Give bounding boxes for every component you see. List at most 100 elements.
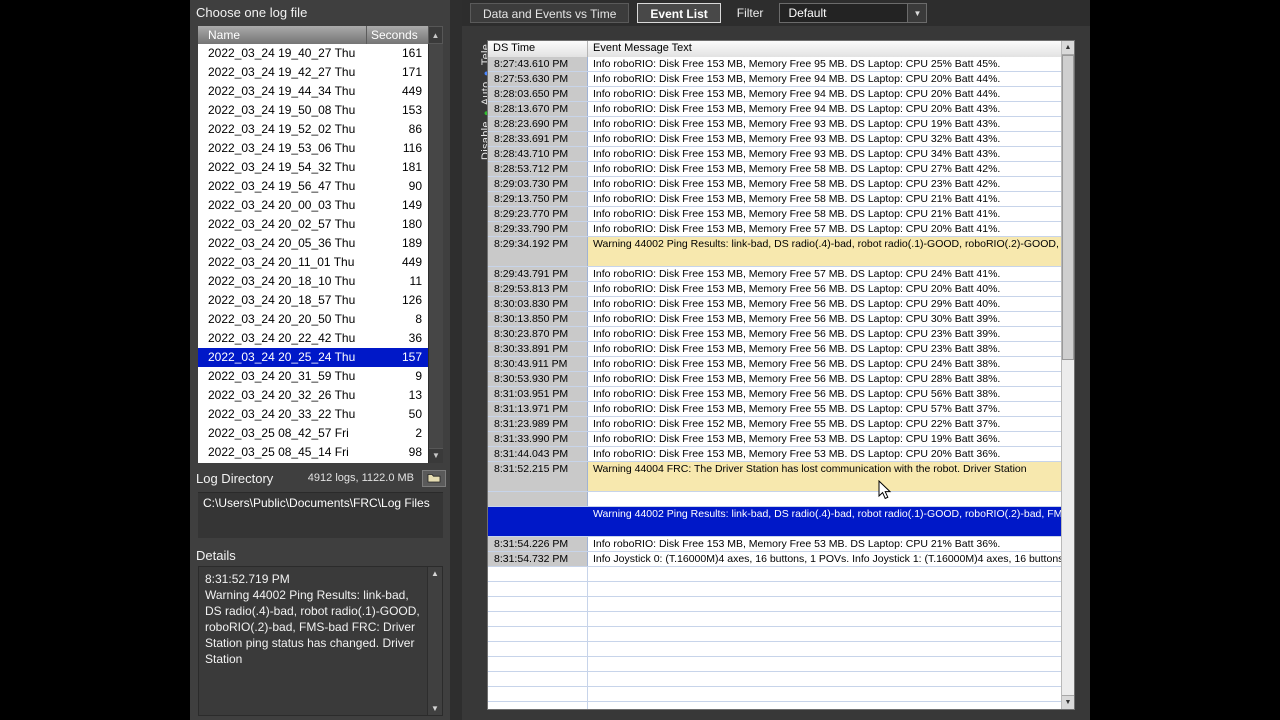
event-row[interactable]: 8:30:03.830 PM Info roboRIO: Disk Free 15… [488, 297, 1061, 312]
log-directory-path[interactable]: C:\Users\Public\Documents\FRC\Log Files [198, 492, 443, 538]
event-time-cell: 8:30:13.850 PM [488, 312, 588, 326]
event-row[interactable]: 8:29:53.813 PM Info roboRIO: Disk Free 15… [488, 282, 1061, 297]
event-message-cell: Info roboRIO: Disk Free 153 MB, Memory F… [588, 192, 1061, 206]
scroll-down-icon[interactable]: ▼ [429, 448, 443, 463]
event-row[interactable]: 8:31:23.989 PM Info roboRIO: Disk Free 15… [488, 417, 1061, 432]
event-row[interactable]: 8:29:03.730 PM Info roboRIO: Disk Free 15… [488, 177, 1061, 192]
event-row[interactable]: 8:30:53.930 PM Info roboRIO: Disk Free 15… [488, 372, 1061, 387]
event-time-cell: 8:31:33.990 PM [488, 432, 588, 446]
log-file-row[interactable]: 2022_03_24 20_05_36 Thu 189 [198, 234, 428, 253]
event-row[interactable]: 8:28:23.690 PM Info roboRIO: Disk Free 15… [488, 117, 1061, 132]
log-file-row[interactable]: 2022_03_24 19_52_02 Thu 86 [198, 120, 428, 139]
event-time-cell: 8:31:54.226 PM [488, 537, 588, 551]
event-row[interactable]: 8:30:23.870 PM Info roboRIO: Disk Free 15… [488, 327, 1061, 342]
event-row[interactable]: 8:27:53.630 PM Info roboRIO: Disk Free 15… [488, 72, 1061, 87]
log-file-seconds: 8 [415, 312, 422, 326]
log-file-row[interactable]: 2022_03_24 19_56_47 Thu 90 [198, 177, 428, 196]
event-table-scrollbar[interactable]: ▲ ▼ [1061, 41, 1074, 709]
scroll-up-icon[interactable]: ▲ [428, 26, 443, 44]
event-row[interactable]: 8:31:52.215 PM Warning 44004 FRC: The Dri… [488, 462, 1061, 492]
seconds-column-header: Seconds [367, 26, 428, 44]
log-file-seconds: 9 [415, 369, 422, 383]
event-message-cell: Info roboRIO: Disk Free 153 MB, Memory F… [588, 177, 1061, 191]
event-row[interactable]: 8:30:13.850 PM Info roboRIO: Disk Free 15… [488, 312, 1061, 327]
log-file-row[interactable]: 2022_03_24 20_02_57 Thu 180 [198, 215, 428, 234]
tab-data-and-events-vs-time[interactable]: Data and Events vs Time [470, 3, 630, 23]
log-file-row[interactable]: 2022_03_24 20_22_42 Thu 36 [198, 329, 428, 348]
log-file-seconds: 449 [401, 84, 422, 98]
log-file-row[interactable]: 2022_03_24 19_42_27 Thu 171 [198, 63, 428, 82]
event-time-cell: 8:29:43.791 PM [488, 267, 588, 281]
log-file-row[interactable]: 2022_03_24 20_33_22 Thu 50 [198, 405, 428, 424]
log-file-row[interactable]: 2022_03_24 19_53_06 Thu 116 [198, 139, 428, 158]
event-row[interactable]: Warning 44002 Ping Results: link-bad, DS… [488, 507, 1061, 537]
scroll-up-icon[interactable]: ▲ [428, 567, 442, 580]
event-message-cell: Info roboRIO: Disk Free 153 MB, Memory F… [588, 312, 1061, 326]
log-file-name: 2022_03_25 08_42_57 Fri [208, 426, 349, 440]
tab-event-list[interactable]: Event List [637, 3, 721, 23]
event-message-cell: Warning 44004 FRC: The Driver Station ha… [588, 462, 1061, 491]
scroll-down-icon[interactable]: ▼ [428, 702, 442, 715]
log-file-row[interactable]: 2022_03_25 08_42_57 Fri 2 [198, 424, 428, 443]
log-file-seconds: 36 [408, 331, 422, 345]
event-row[interactable]: 8:31:54.226 PM Info roboRIO: Disk Free 15… [488, 537, 1061, 552]
event-row[interactable]: 8:31:54.732 PM Info Joystick 0: (T.16000M… [488, 552, 1061, 567]
event-message-cell: Info roboRIO: Disk Free 153 MB, Memory F… [588, 162, 1061, 176]
event-row[interactable]: 8:31:13.971 PM Info roboRIO: Disk Free 15… [488, 402, 1061, 417]
log-file-row[interactable]: 2022_03_24 19_50_08 Thu 153 [198, 101, 428, 120]
log-file-row[interactable]: 2022_03_24 19_40_27 Thu 161 [198, 44, 428, 63]
event-row[interactable]: 8:29:34.192 PM Warning 44002 Ping Results… [488, 237, 1061, 267]
event-time-cell: 8:28:53.712 PM [488, 162, 588, 176]
ds-time-column-header: DS Time [488, 41, 588, 57]
log-file-scrollbar[interactable]: ▼ [428, 44, 443, 463]
event-row[interactable]: 8:28:33.691 PM Info roboRIO: Disk Free 15… [488, 132, 1061, 147]
event-row[interactable]: 8:28:43.710 PM Info roboRIO: Disk Free 15… [488, 147, 1061, 162]
event-row[interactable]: 8:29:33.790 PM Info roboRIO: Disk Free 15… [488, 222, 1061, 237]
event-message-cell: Info Joystick 0: (T.16000M)4 axes, 16 bu… [588, 552, 1061, 566]
event-row[interactable]: 8:28:03.650 PM Info roboRIO: Disk Free 15… [488, 87, 1061, 102]
event-row[interactable]: 8:29:23.770 PM Info roboRIO: Disk Free 15… [488, 207, 1061, 222]
event-message-cell: Info roboRIO: Disk Free 153 MB, Memory F… [588, 282, 1061, 296]
folder-icon [427, 474, 441, 483]
event-row[interactable]: 8:29:13.750 PM Info roboRIO: Disk Free 15… [488, 192, 1061, 207]
event-row[interactable]: 8:29:43.791 PM Info roboRIO: Disk Free 15… [488, 267, 1061, 282]
event-time-cell: 8:29:03.730 PM [488, 177, 588, 191]
event-message-cell: Info roboRIO: Disk Free 153 MB, Memory F… [588, 87, 1061, 101]
log-file-seconds: 13 [408, 388, 422, 402]
log-file-row[interactable]: 2022_03_24 19_54_32 Thu 181 [198, 158, 428, 177]
chevron-down-icon[interactable]: ▼ [907, 4, 927, 22]
scrollbar-thumb[interactable] [1062, 55, 1074, 360]
log-file-row[interactable]: 2022_03_24 20_00_03 Thu 149 [198, 196, 428, 215]
scroll-down-icon[interactable]: ▼ [1062, 695, 1074, 709]
event-row[interactable]: 8:30:43.911 PM Info roboRIO: Disk Free 15… [488, 357, 1061, 372]
log-file-row[interactable]: 2022_03_24 20_18_57 Thu 126 [198, 291, 428, 310]
log-file-row[interactable]: 2022_03_24 20_11_01 Thu 449 [198, 253, 428, 272]
log-file-row[interactable]: 2022_03_24 19_44_34 Thu 449 [198, 82, 428, 101]
event-row [488, 687, 1061, 702]
event-row[interactable]: 8:28:13.670 PM Info roboRIO: Disk Free 15… [488, 102, 1061, 117]
log-file-row[interactable]: 2022_03_24 20_32_26 Thu 13 [198, 386, 428, 405]
log-file-row[interactable]: 2022_03_25 08_45_14 Fri 98 [198, 443, 428, 462]
event-time-cell: 8:30:03.830 PM [488, 297, 588, 311]
event-message-cell: Info roboRIO: Disk Free 153 MB, Memory F… [588, 207, 1061, 221]
log-file-row[interactable]: 2022_03_24 20_18_10 Thu 11 [198, 272, 428, 291]
event-row[interactable]: 8:31:33.990 PM Info roboRIO: Disk Free 15… [488, 432, 1061, 447]
event-row[interactable]: 8:30:33.891 PM Info roboRIO: Disk Free 15… [488, 342, 1061, 357]
event-row[interactable]: 8:28:53.712 PM Info roboRIO: Disk Free 15… [488, 162, 1061, 177]
event-row [488, 702, 1061, 709]
filter-label: Filter [736, 6, 764, 20]
event-time-cell [488, 672, 588, 686]
log-file-seconds: 153 [401, 103, 422, 117]
log-file-row[interactable]: 2022_03_24 20_20_50 Thu 8 [198, 310, 428, 329]
browse-folder-button[interactable] [422, 469, 446, 487]
log-file-name: 2022_03_24 20_33_22 Thu [208, 407, 356, 421]
event-row[interactable]: 8:31:03.951 PM Info roboRIO: Disk Free 15… [488, 387, 1061, 402]
event-row[interactable]: 8:31:44.043 PM Info roboRIO: Disk Free 15… [488, 447, 1061, 462]
scroll-up-icon[interactable]: ▲ [1062, 41, 1074, 55]
filter-dropdown[interactable]: Default ▼ [779, 3, 928, 23]
event-row[interactable]: 8:27:43.610 PM Info roboRIO: Disk Free 15… [488, 57, 1061, 72]
log-file-row[interactable]: 2022_03_24 20_25_24 Thu 157 [198, 348, 428, 367]
details-scrollbar[interactable]: ▲ ▼ [427, 567, 442, 715]
event-row[interactable] [488, 492, 1061, 507]
log-file-row[interactable]: 2022_03_24 20_31_59 Thu 9 [198, 367, 428, 386]
